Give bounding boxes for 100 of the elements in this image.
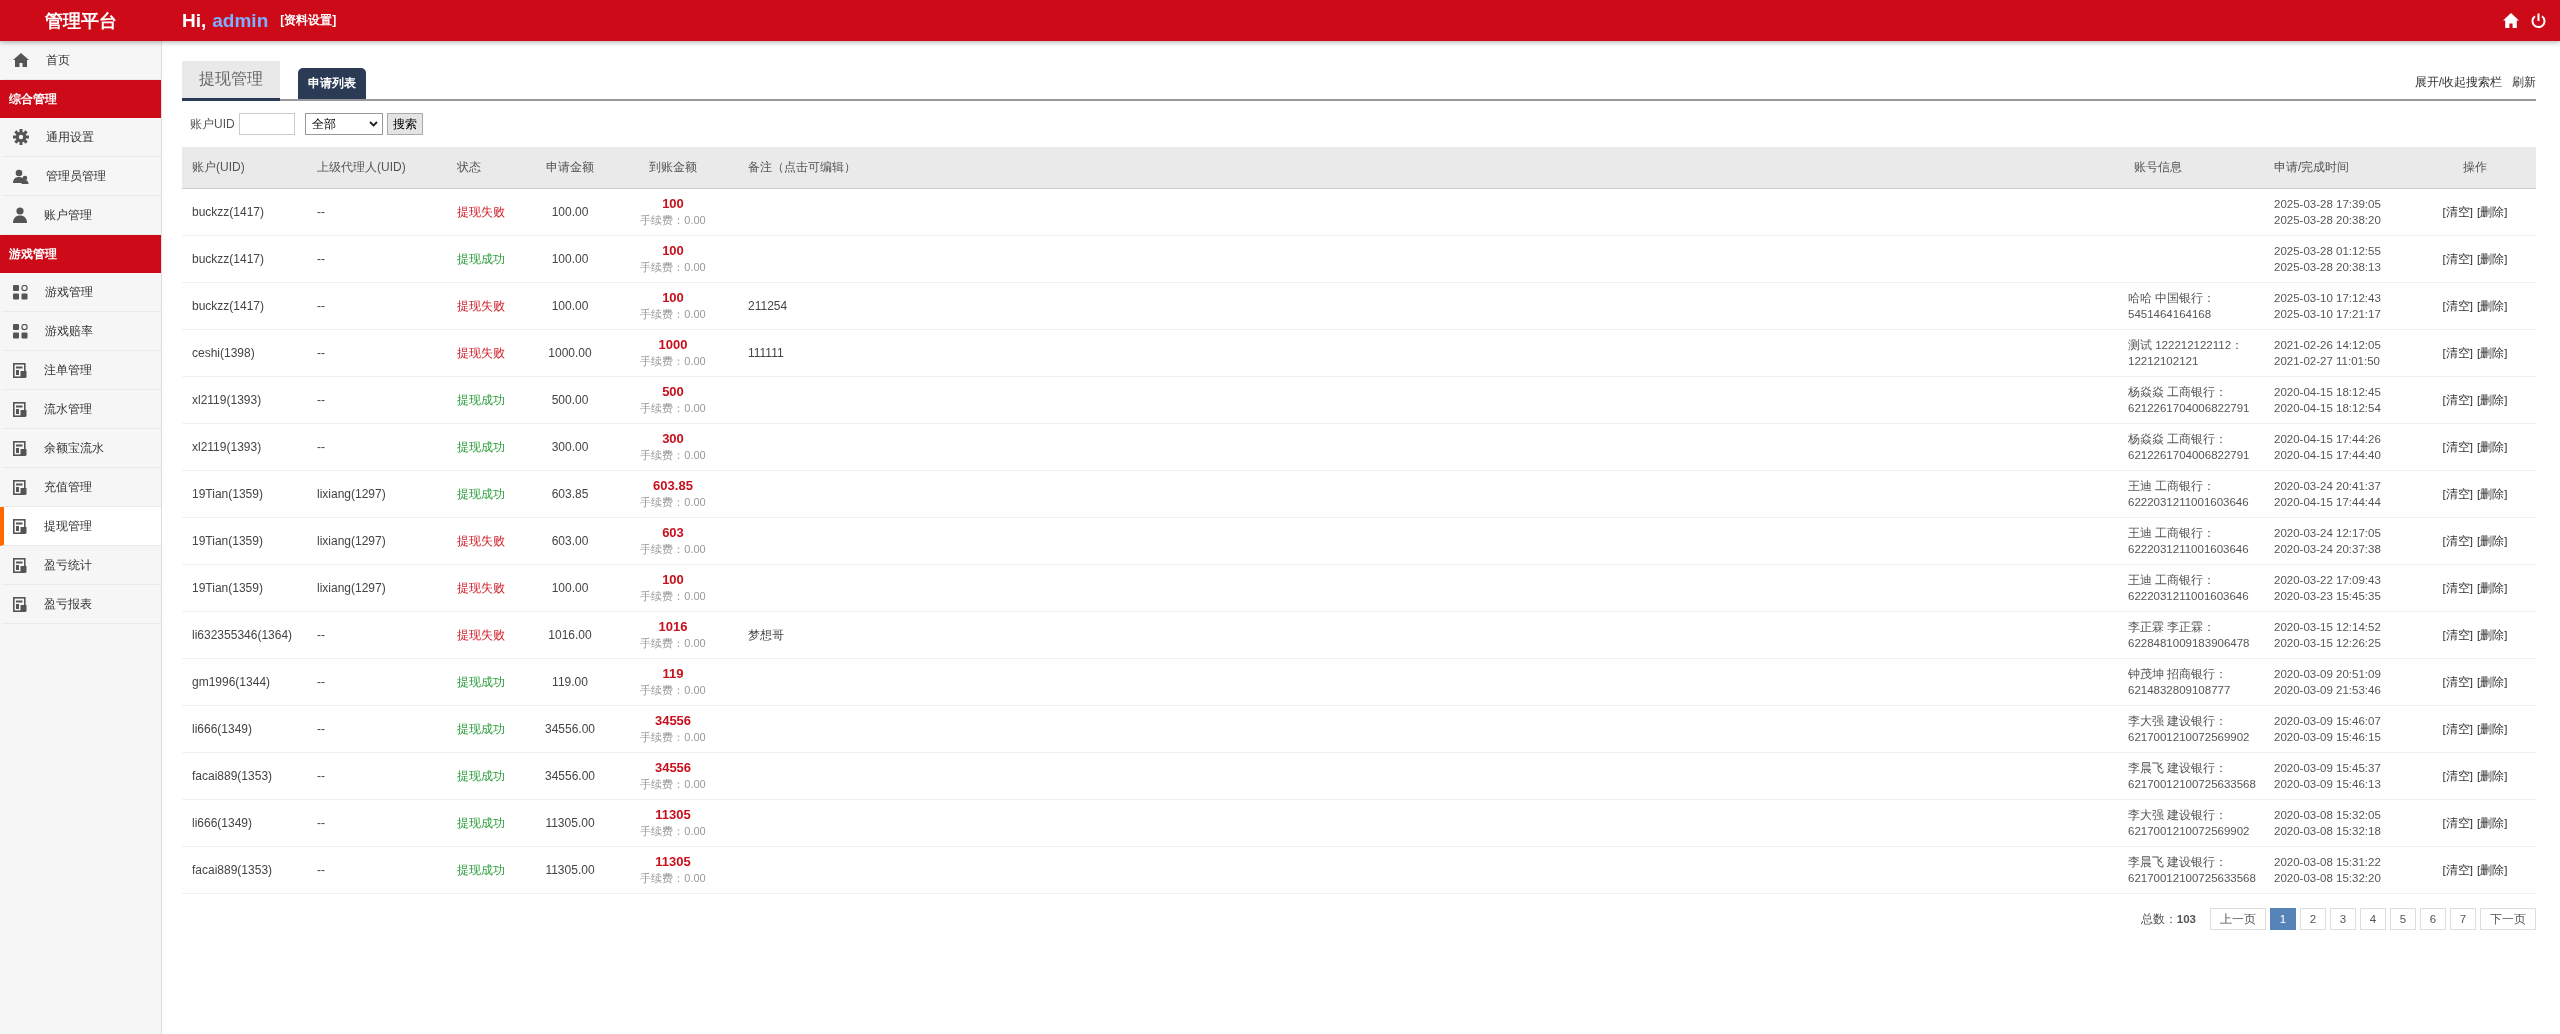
table-cell: gm1996(1344)	[192, 675, 271, 689]
action-link[interactable]: [清空]	[2442, 299, 2473, 312]
account-info-line: 5451464164168	[2128, 307, 2212, 322]
note-cell[interactable]: 111111	[748, 346, 784, 360]
profile-settings-link[interactable]: [资料设置]	[280, 12, 337, 29]
action-link[interactable]: [删除]	[2477, 722, 2508, 735]
action-link[interactable]: [清空]	[2442, 675, 2473, 688]
field-label: 账户UID	[190, 115, 235, 133]
page-button[interactable]: 2	[2300, 908, 2326, 930]
status-dropdown[interactable]: 全部	[304, 113, 383, 135]
account-info-line: 62170012100725633568	[2128, 777, 2256, 792]
table-cell: --	[317, 252, 325, 266]
column-header: 状态	[457, 160, 481, 174]
note-cell[interactable]: 211254	[748, 299, 788, 313]
toolbar-link[interactable]: 刷新	[2512, 74, 2536, 91]
table-cell: li666(1349)	[192, 722, 253, 736]
action-link[interactable]: [清空]	[2442, 581, 2473, 594]
action-link[interactable]: [清空]	[2442, 722, 2473, 735]
action-link[interactable]: [清空]	[2442, 534, 2473, 547]
fee-text: 手续费：0.00	[639, 542, 707, 557]
action-link[interactable]: [删除]	[2477, 628, 2508, 641]
uid-input-field[interactable]	[238, 113, 295, 135]
action-link[interactable]: [清空]	[2442, 440, 2473, 453]
account-info-line: 王迪 工商银行：	[2128, 479, 2216, 494]
action-link[interactable]: [清空]	[2442, 628, 2473, 641]
status-text: 提现失败	[457, 298, 505, 313]
received-amount: 300	[661, 431, 685, 446]
action-link[interactable]: [清空]	[2442, 863, 2473, 876]
action-link[interactable]: [删除]	[2477, 863, 2508, 876]
page-button[interactable]: 3	[2330, 908, 2356, 930]
table-cell: 100.00	[551, 581, 589, 595]
sidebar-item[interactable]: 流水管理	[0, 390, 161, 429]
table-cell: 603.00	[551, 534, 589, 548]
next-page-button[interactable]: 下一页	[2480, 908, 2536, 930]
action-link[interactable]: [删除]	[2477, 534, 2508, 547]
fee-text: 手续费：0.00	[639, 307, 707, 322]
action-link[interactable]: [删除]	[2477, 816, 2508, 829]
account-info-line: 王迪 工商银行：	[2128, 526, 2216, 541]
search-button[interactable]: 搜索	[386, 113, 423, 135]
table-cell: xl2119(1393)	[192, 440, 262, 454]
sidebar-item[interactable]: 游戏管理	[0, 273, 161, 312]
column-header: 备注（点击可编辑）	[748, 160, 856, 174]
toolbar-link[interactable]: 展开/收起搜索栏	[2414, 74, 2502, 91]
table-cell: 603.85	[551, 487, 589, 501]
page-button[interactable]: 5	[2390, 908, 2416, 930]
account-info-line: 钟茂坤 招商银行：	[2128, 667, 2228, 682]
page-button[interactable]: 6	[2420, 908, 2446, 930]
action-link[interactable]: [清空]	[2442, 205, 2473, 218]
action-link[interactable]: [删除]	[2477, 440, 2508, 453]
sidebar-item[interactable]: 游戏赔率	[0, 312, 161, 351]
sidebar-item[interactable]: 提现管理	[0, 507, 161, 546]
action-link[interactable]: [清空]	[2442, 769, 2473, 782]
sidebar-item[interactable]: 管理员管理	[0, 157, 161, 196]
sidebar-item[interactable]: 通用设置	[0, 118, 161, 157]
table-cell: --	[317, 440, 325, 454]
account-info-line: 6222031211001603646	[2128, 589, 2249, 604]
table-cell: --	[317, 769, 325, 783]
page-button[interactable]: 4	[2360, 908, 2386, 930]
table-cell: buckzz(1417)	[192, 299, 265, 313]
sidebar-item[interactable]: 注单管理	[0, 351, 161, 390]
table-cell: 19Tian(1359)	[192, 487, 263, 501]
action-link[interactable]: [删除]	[2477, 487, 2508, 500]
fee-text: 手续费：0.00	[639, 777, 707, 792]
time-text: 2020-04-15 18:12:54	[2274, 401, 2381, 416]
action-link[interactable]: [删除]	[2477, 581, 2508, 594]
action-link[interactable]: [删除]	[2477, 252, 2508, 265]
action-link[interactable]: [清空]	[2442, 252, 2473, 265]
action-link[interactable]: [清空]	[2442, 393, 2473, 406]
note-cell[interactable]: 梦想哥	[748, 627, 784, 642]
home-icon	[13, 53, 29, 67]
action-link[interactable]: [删除]	[2477, 205, 2508, 218]
tab[interactable]: 申请列表	[298, 68, 366, 99]
action-link[interactable]: [清空]	[2442, 816, 2473, 829]
time-text: 2020-03-24 20:41:37	[2274, 479, 2381, 494]
fee-text: 手续费：0.00	[639, 495, 707, 510]
time-text: 2021-02-27 11:01:50	[2274, 354, 2380, 369]
gear-icon	[13, 129, 29, 145]
action-link[interactable]: [删除]	[2477, 346, 2508, 359]
action-link[interactable]: [删除]	[2477, 393, 2508, 406]
users-icon	[13, 168, 29, 184]
action-link[interactable]: [删除]	[2477, 299, 2508, 312]
table-cell: 11305.00	[545, 863, 595, 877]
action-link[interactable]: [删除]	[2477, 769, 2508, 782]
power-icon[interactable]	[2531, 12, 2546, 29]
table-cell: 100.00	[551, 205, 589, 219]
sidebar-item[interactable]: 盈亏统计	[0, 546, 161, 585]
action-link[interactable]: [删除]	[2477, 675, 2508, 688]
table-cell: 100.00	[551, 299, 589, 313]
column-header: 账户(UID)	[192, 160, 245, 174]
sidebar-item[interactable]: 余额宝流水	[0, 429, 161, 468]
page-button[interactable]: 7	[2450, 908, 2476, 930]
status-text: 提现失败	[457, 345, 505, 360]
home-icon[interactable]	[2503, 13, 2519, 28]
sidebar-item[interactable]: 盈亏报表	[0, 585, 161, 624]
action-link[interactable]: [清空]	[2442, 487, 2473, 500]
previous-page-button[interactable]: 上一页	[2210, 908, 2266, 930]
tab[interactable]: 提现管理	[182, 61, 280, 101]
page-button[interactable]: 1	[2270, 908, 2296, 930]
column-header: 申请金额	[546, 160, 594, 174]
action-link[interactable]: [清空]	[2442, 346, 2473, 359]
